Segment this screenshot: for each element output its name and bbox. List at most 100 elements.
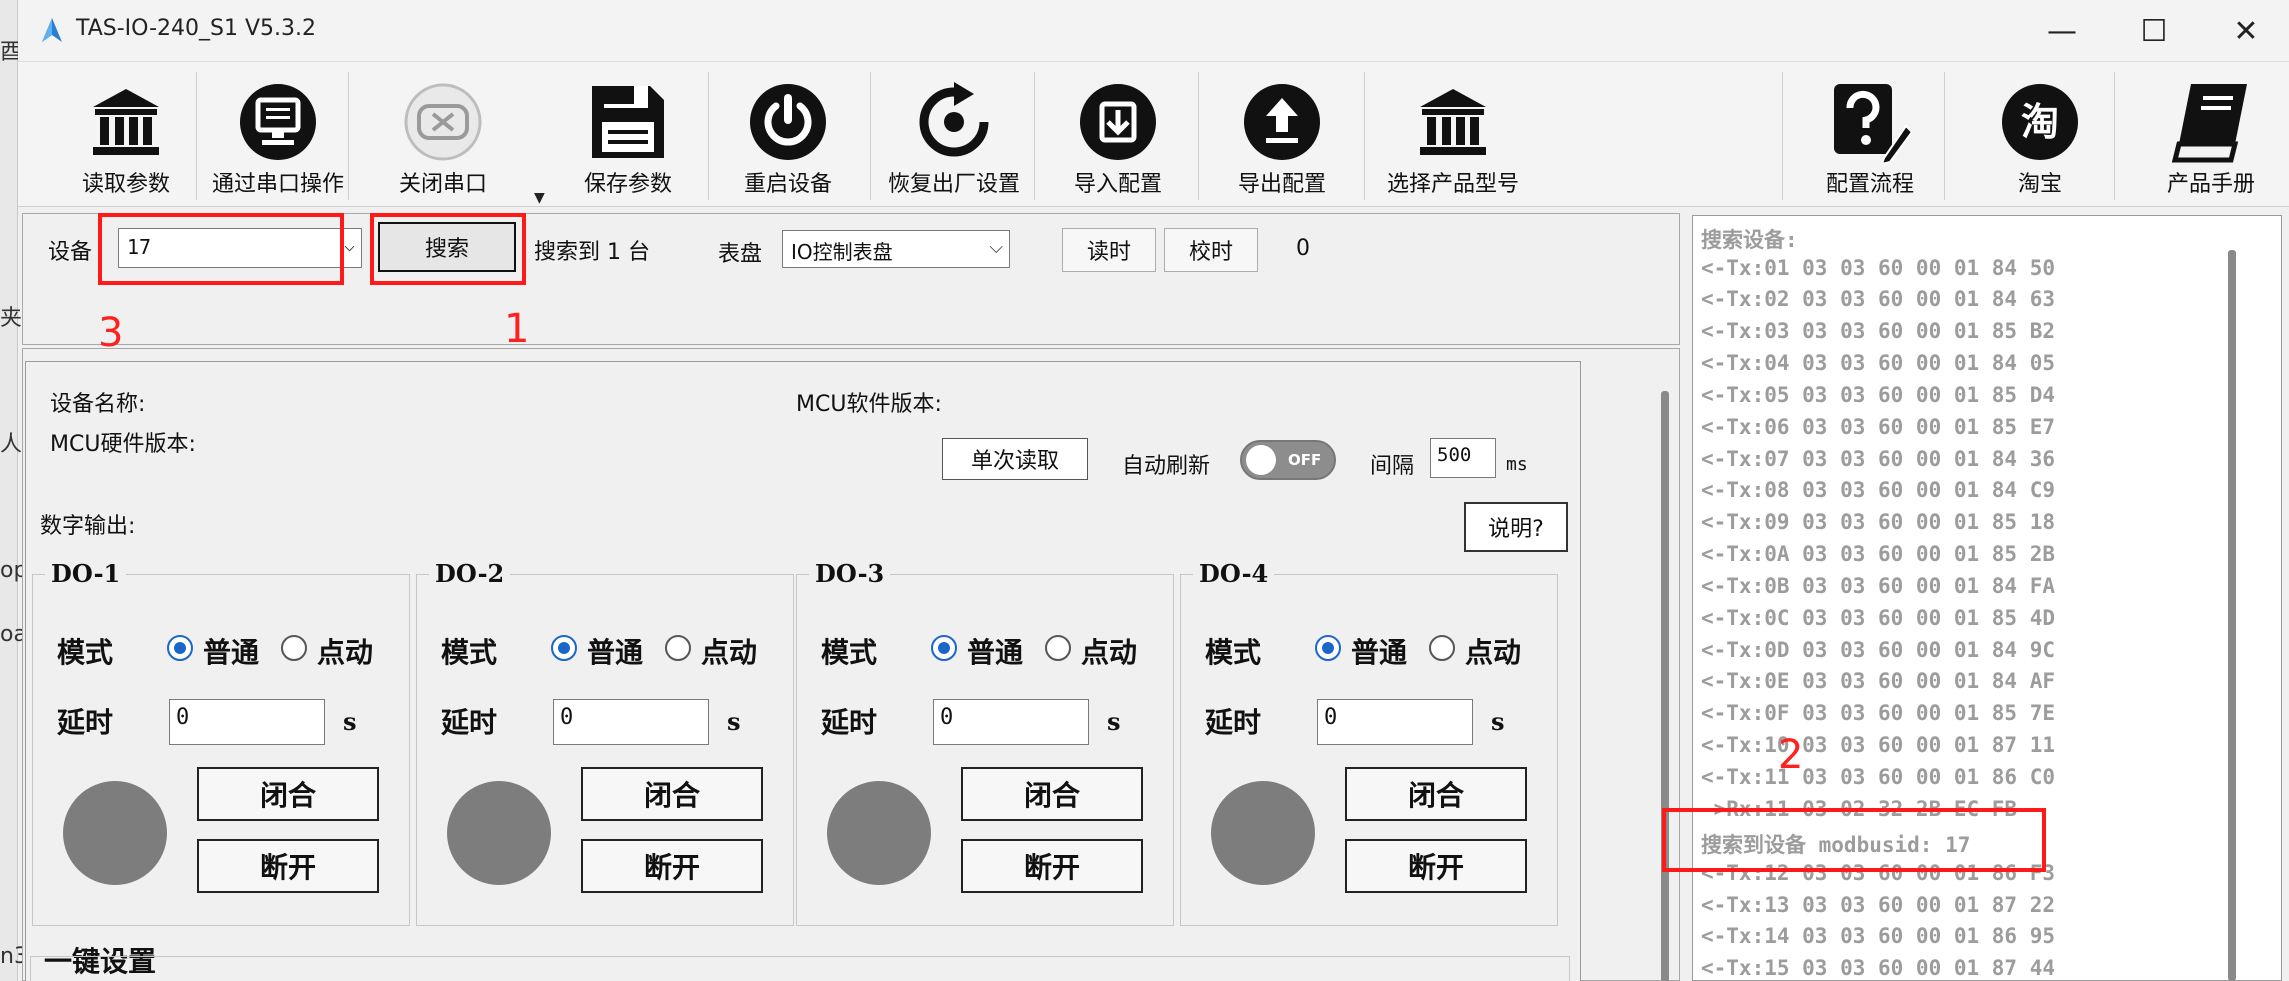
save-params-button[interactable]: 保存参数 — [558, 62, 698, 207]
mode-jog-radio[interactable] — [1429, 635, 1455, 661]
mode-jog-radio[interactable] — [665, 635, 691, 661]
mode-normal-radio[interactable] — [167, 635, 193, 661]
toolbar-separator — [870, 72, 871, 200]
close-relay-button[interactable]: 闭合 — [197, 767, 379, 821]
meter-select[interactable]: IO控制表盘 ⌵ — [782, 230, 1010, 268]
output-status-led — [827, 781, 931, 885]
interval-value: 500 — [1437, 444, 1472, 466]
read-params-button[interactable]: 读取参数 — [56, 62, 196, 207]
interval-input[interactable]: 500 — [1430, 438, 1496, 478]
close-relay-button[interactable]: 闭合 — [1345, 767, 1527, 821]
edge-glyph: 夹 — [0, 306, 23, 331]
do-1-group: DO-1 模式 普通 点动 延时 0 s 闭合 断开 — [32, 559, 410, 926]
annotation-box-3 — [98, 213, 344, 285]
toolbar-separator — [2114, 72, 2115, 200]
delay-input[interactable]: 0 — [169, 699, 325, 745]
help-button[interactable]: 说明? — [1464, 502, 1568, 552]
calibrate-time-button[interactable]: 校时 — [1164, 228, 1258, 272]
book-icon — [2169, 80, 2253, 164]
close-serial-button[interactable]: 关闭串口 — [368, 62, 518, 207]
device-name-label: 设备名称: — [50, 392, 146, 417]
close-button[interactable]: ✕ — [2200, 0, 2289, 62]
do-2-group: DO-2 模式 普通 点动 延时 0 s 闭合 断开 — [416, 559, 794, 926]
config-flow-button[interactable]: 配置流程 — [1800, 62, 1940, 207]
toolbar-label: 配置流程 — [1825, 172, 1914, 197]
delay-input[interactable]: 0 — [933, 699, 1089, 745]
factory-reset-button[interactable]: 恢复出厂设置 — [874, 62, 1034, 207]
close-relay-label: 闭合 — [1023, 779, 1080, 812]
close-relay-button[interactable]: 闭合 — [581, 767, 763, 821]
delay-unit: s — [727, 707, 741, 736]
toolbar-separator — [1782, 72, 1783, 200]
main-toolbar: 读取参数 通过串口操作 关闭串口 ▼ 保存参数 重启设备 恢复出厂设置 导入配置… — [18, 62, 2289, 207]
delay-label: 延时 — [1205, 706, 1262, 739]
single-read-button[interactable]: 单次读取 — [942, 438, 1088, 480]
log-line: <-Tx:0F 03 03 60 00 01 85 7E — [1701, 701, 2056, 725]
auto-refresh-toggle[interactable]: OFF — [1240, 440, 1336, 480]
open-relay-label: 断开 — [259, 851, 316, 884]
do-4-group: DO-4 模式 普通 点动 延时 0 s 闭合 断开 — [1180, 559, 1558, 926]
mcu-sw-label: MCU软件版本: — [796, 392, 942, 417]
main-scrollbar[interactable] — [1661, 391, 1669, 981]
app-window: 酉 夹 人 op oa n3 TAS-IO-240_S1 V5.3.2 — ☐ … — [0, 0, 2289, 981]
log-line: <-Tx:10 03 03 60 00 01 87 11 — [1701, 733, 2056, 757]
delay-value: 0 — [176, 705, 190, 730]
one-key-settings-group — [30, 956, 1570, 981]
import-config-button[interactable]: 导入配置 — [1048, 62, 1188, 207]
search-result-text: 搜索到 1 台 — [534, 240, 650, 265]
delay-input[interactable]: 0 — [553, 699, 709, 745]
select-model-button[interactable]: 选择产品型号 — [1368, 62, 1538, 207]
digital-output-label: 数字输出: — [40, 514, 136, 539]
delay-input[interactable]: 0 — [1317, 699, 1473, 745]
import-icon — [1076, 80, 1160, 164]
time-value: 0 — [1296, 236, 1310, 261]
close-relay-button[interactable]: 闭合 — [961, 767, 1143, 821]
log-line: <-Tx:11 03 03 60 00 01 86 C0 — [1701, 765, 2056, 789]
app-logo-icon — [42, 18, 62, 42]
restart-device-button[interactable]: 重启设备 — [718, 62, 858, 207]
window-title: TAS-IO-240_S1 V5.3.2 — [76, 16, 317, 41]
open-relay-label: 断开 — [643, 851, 700, 884]
toolbar-separator — [348, 72, 349, 200]
close-relay-label: 闭合 — [643, 779, 700, 812]
mode-normal-radio[interactable] — [1315, 635, 1341, 661]
toolbar-label: 保存参数 — [583, 172, 672, 197]
toolbar-label: 产品手册 — [2166, 172, 2255, 197]
minimize-button[interactable]: — — [2016, 0, 2108, 62]
log-line: <-Tx:07 03 03 60 00 01 84 36 — [1701, 447, 2056, 471]
delay-value: 0 — [560, 705, 574, 730]
delay-unit: s — [343, 707, 357, 736]
open-relay-button[interactable]: 断开 — [1345, 839, 1527, 893]
product-manual-button[interactable]: 产品手册 — [2136, 62, 2286, 207]
mode-jog-radio[interactable] — [281, 635, 307, 661]
mode-label: 模式 — [1205, 636, 1262, 669]
taobao-button[interactable]: 淘 淘宝 — [1970, 62, 2110, 207]
mode-normal-label: 普通 — [967, 636, 1024, 669]
maximize-button[interactable]: ☐ — [2108, 0, 2200, 62]
annotation-number-1: 1 — [504, 306, 530, 352]
chevron-down-icon[interactable]: ▼ — [534, 190, 545, 206]
help-icon — [1828, 80, 1912, 164]
toolbar-separator — [196, 72, 197, 200]
log-line: <-Tx:08 03 03 60 00 01 84 C9 — [1701, 478, 2056, 502]
log-line: <-Tx:0B 03 03 60 00 01 84 FA — [1701, 574, 2056, 598]
log-line: <-Tx:0A 03 03 60 00 01 85 2B — [1701, 542, 2056, 566]
log-line: <-Tx:14 03 03 60 00 01 86 95 — [1701, 924, 2056, 948]
mode-normal-radio[interactable] — [551, 635, 577, 661]
open-relay-button[interactable]: 断开 — [961, 839, 1143, 893]
serial-operate-button[interactable]: 通过串口操作 — [198, 62, 358, 207]
open-relay-button[interactable]: 断开 — [581, 839, 763, 893]
restore-icon — [912, 80, 996, 164]
device-label: 设备 — [48, 240, 93, 265]
mode-normal-radio[interactable] — [931, 635, 957, 661]
auto-refresh-label: 自动刷新 — [1122, 454, 1211, 479]
export-config-button[interactable]: 导出配置 — [1212, 62, 1352, 207]
toolbar-label: 选择产品型号 — [1386, 172, 1519, 197]
log-line: <-Tx:03 03 03 60 00 01 85 B2 — [1701, 319, 2056, 343]
chevron-down-icon: ⌵ — [344, 235, 355, 256]
read-time-button[interactable]: 读时 — [1062, 228, 1156, 272]
mode-jog-radio[interactable] — [1045, 635, 1071, 661]
export-icon — [1240, 80, 1324, 164]
open-relay-button[interactable]: 断开 — [197, 839, 379, 893]
log-scrollbar[interactable] — [2228, 250, 2236, 981]
